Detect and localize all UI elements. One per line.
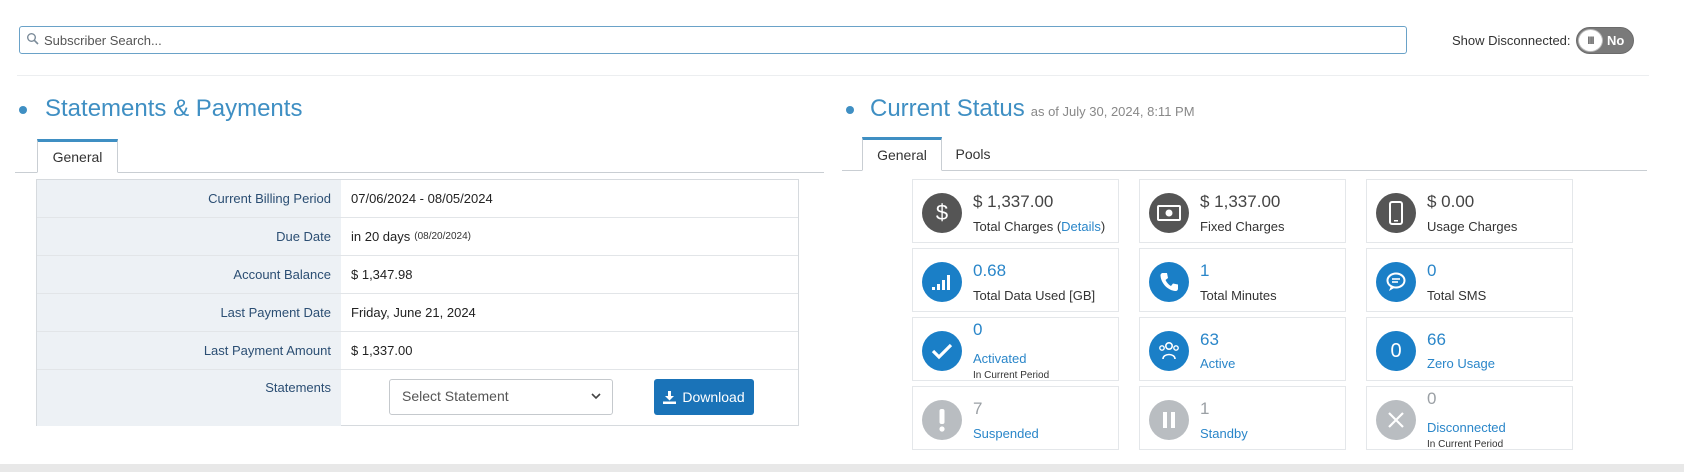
close-icon bbox=[1376, 400, 1416, 440]
tile-active: 63 Active bbox=[1139, 317, 1346, 381]
pause-icon bbox=[1149, 400, 1189, 440]
tile-value: 0.68 bbox=[973, 261, 1007, 280]
tile-value: 0 bbox=[1427, 389, 1437, 408]
status-as-of: as of July 30, 2024, 8:11 PM bbox=[1030, 104, 1195, 119]
tile-value: $ 1,337.00 bbox=[973, 192, 1054, 211]
status-title: Current Status as of July 30, 2024, 8:11 … bbox=[870, 95, 1195, 123]
row-value: in 20 days (08/20/2024) bbox=[351, 218, 471, 255]
tile-label-link[interactable]: Standby bbox=[1200, 426, 1248, 441]
tile-value: 1 bbox=[1200, 261, 1210, 280]
tile-label-link[interactable]: Activated bbox=[973, 351, 1026, 366]
tile-total-minutes: 1 Total Minutes bbox=[1139, 248, 1346, 312]
show-disconnected-toggle[interactable]: III No bbox=[1576, 27, 1634, 54]
tile-suspended: 7 Suspended bbox=[912, 386, 1119, 450]
tile-value: 63 bbox=[1200, 330, 1219, 349]
tile-standby: 1 Standby bbox=[1139, 386, 1346, 450]
table-row: Last Payment Amount $ 1,337.00 bbox=[37, 332, 798, 370]
due-date-note: (08/20/2024) bbox=[414, 231, 471, 242]
tile-total-charges: $ $ 1,337.00 Total Charges (Details) bbox=[912, 179, 1119, 243]
svg-text:$: $ bbox=[936, 201, 948, 225]
dollar-icon: $ bbox=[922, 193, 962, 233]
download-button[interactable]: Download bbox=[654, 379, 754, 415]
statement-select-value: Select Statement bbox=[402, 388, 509, 404]
divider bbox=[17, 75, 1649, 76]
tile-usage-charges: $ 0.00 Usage Charges bbox=[1366, 179, 1573, 243]
show-disconnected-label: Show Disconnected: bbox=[1452, 33, 1571, 48]
tile-value: 7 bbox=[973, 399, 983, 418]
tile-zero-usage: 0 66 Zero Usage bbox=[1366, 317, 1573, 381]
tile-label: Fixed Charges bbox=[1200, 219, 1285, 234]
table-row: Due Date in 20 days (08/20/2024) bbox=[37, 218, 798, 256]
tile-value: 66 bbox=[1427, 330, 1446, 349]
tile-label: Total Charges (Details) bbox=[973, 219, 1106, 234]
table-row: Account Balance $ 1,347.98 bbox=[37, 256, 798, 294]
statement-select[interactable]: Select Statement bbox=[389, 379, 613, 415]
tile-label-link[interactable]: Zero Usage bbox=[1427, 356, 1495, 371]
horizontal-scrollbar[interactable] bbox=[0, 464, 1684, 472]
row-value: $ 1,337.00 bbox=[351, 343, 413, 358]
subscriber-search[interactable] bbox=[19, 26, 1407, 54]
check-icon bbox=[922, 331, 962, 371]
tab-underline bbox=[15, 172, 824, 173]
status-title-text: Current Status bbox=[870, 95, 1025, 122]
total-charges-label: Total Charges bbox=[973, 219, 1054, 234]
statements-title: Statements & Payments bbox=[45, 95, 303, 122]
row-value: $ 1,347.98 bbox=[351, 267, 413, 282]
toggle-value: No bbox=[1607, 33, 1625, 48]
tab-statements-general[interactable]: General bbox=[37, 139, 118, 173]
tile-value: $ 0.00 bbox=[1427, 192, 1475, 211]
toggle-grip-icon: III bbox=[1578, 29, 1603, 52]
tab-status-pools[interactable]: Pools bbox=[945, 137, 1001, 171]
tile-label-link[interactable]: Suspended bbox=[973, 426, 1039, 441]
phone-call-icon bbox=[1149, 262, 1189, 302]
tile-label: Total SMS bbox=[1427, 288, 1487, 303]
tile-label-link[interactable]: Active bbox=[1200, 356, 1235, 371]
due-date-value: in 20 days bbox=[351, 229, 411, 244]
tile-sub: In Current Period bbox=[1427, 439, 1504, 450]
statements-table: Current Billing Period 07/06/2024 - 08/0… bbox=[36, 179, 799, 426]
tile-activated: 0 Activated In Current Period bbox=[912, 317, 1119, 381]
tile-value: 1 bbox=[1200, 399, 1210, 418]
tile-fixed-charges: $ 1,337.00 Fixed Charges bbox=[1139, 179, 1346, 243]
tile-label-link[interactable]: Disconnected bbox=[1427, 420, 1506, 435]
tile-value: 0 bbox=[973, 320, 983, 339]
signal-icon bbox=[922, 262, 962, 302]
cash-icon bbox=[1149, 193, 1189, 233]
tile-sub: In Current Period bbox=[973, 370, 1050, 381]
tile-label: Usage Charges bbox=[1427, 219, 1518, 234]
row-label: Last Payment Date bbox=[37, 294, 341, 331]
details-link[interactable]: Details bbox=[1061, 219, 1101, 234]
tile-value: 0 bbox=[1427, 261, 1437, 280]
row-label: Statements bbox=[37, 370, 341, 426]
row-label: Last Payment Amount bbox=[37, 332, 341, 369]
exclamation-icon bbox=[922, 400, 962, 440]
section-bullet bbox=[846, 106, 854, 114]
tile-label: Total Minutes bbox=[1200, 288, 1277, 303]
phone-device-icon bbox=[1376, 193, 1416, 233]
users-icon bbox=[1149, 331, 1189, 371]
download-label: Download bbox=[682, 389, 745, 405]
tile-total-data: 0.68 Total Data Used [GB] bbox=[912, 248, 1119, 312]
row-label: Current Billing Period bbox=[37, 180, 341, 217]
tile-label: Total Data Used [GB] bbox=[973, 288, 1096, 303]
table-row: Current Billing Period 07/06/2024 - 08/0… bbox=[37, 180, 798, 218]
tile-disconnected: 0 Disconnected In Current Period bbox=[1366, 386, 1573, 450]
table-row: Last Payment Date Friday, June 21, 2024 bbox=[37, 294, 798, 332]
row-label: Due Date bbox=[37, 218, 341, 255]
download-icon bbox=[663, 390, 677, 404]
tile-value: $ 1,337.00 bbox=[1200, 192, 1281, 211]
chat-icon bbox=[1376, 262, 1416, 302]
table-row: Statements Select Statement Download bbox=[37, 370, 798, 426]
chevron-down-icon bbox=[591, 393, 601, 400]
row-value: 07/06/2024 - 08/05/2024 bbox=[351, 191, 493, 206]
tab-status-general[interactable]: General bbox=[862, 137, 942, 171]
search-icon bbox=[27, 33, 39, 45]
row-label: Account Balance bbox=[37, 256, 341, 293]
zero-icon: 0 bbox=[1376, 331, 1416, 371]
row-value: Friday, June 21, 2024 bbox=[351, 305, 476, 320]
search-input[interactable] bbox=[42, 29, 1392, 51]
tile-total-sms: 0 Total SMS bbox=[1366, 248, 1573, 312]
section-bullet bbox=[19, 106, 27, 114]
